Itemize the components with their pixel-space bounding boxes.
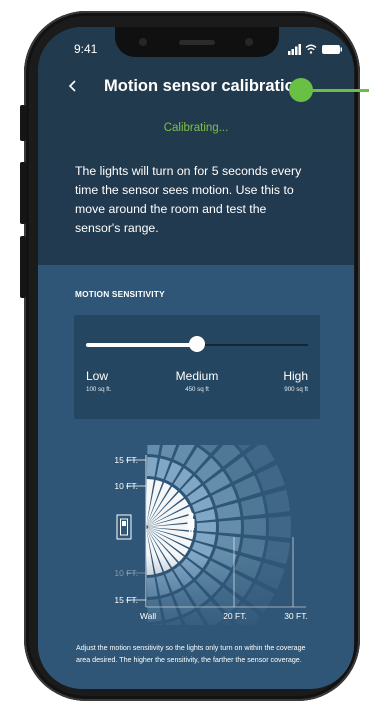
slider-thumb[interactable] xyxy=(189,336,205,352)
x-label-wall: Wall xyxy=(140,611,156,621)
app-screen: 9:41 Motion sensor calibration Calibrati… xyxy=(38,27,354,689)
chevron-left-icon xyxy=(68,80,76,92)
sensor-icon xyxy=(245,38,253,46)
footnote: Adjust the motion sensitivity so the lig… xyxy=(76,644,306,664)
level-area: 450 sq ft xyxy=(185,386,209,393)
x-label-30ft: 30 FT. xyxy=(284,611,308,621)
sensor-switch-icon xyxy=(116,514,132,540)
page-title: Motion sensor calibration xyxy=(104,77,305,95)
battery-icon xyxy=(322,45,342,54)
annotation-marker xyxy=(289,78,313,102)
wifi-icon xyxy=(305,44,317,54)
level-medium: Medium 450 sq ft xyxy=(164,369,230,393)
level-high: High 900 sq ft xyxy=(283,369,308,393)
y-label-10ft-bottom: 10 FT. xyxy=(114,568,138,578)
y-label-10ft-top: 10 FT. xyxy=(114,481,138,491)
speaker-grille xyxy=(179,40,215,45)
back-button[interactable] xyxy=(62,75,84,97)
level-low: Low 100 sq ft. xyxy=(86,369,111,393)
sensitivity-label: MOTION SENSITIVITY xyxy=(75,289,165,299)
volume-down-button xyxy=(20,236,26,298)
volume-up-button xyxy=(20,162,26,224)
coverage-segment xyxy=(147,523,194,531)
y-label-15ft-top: 15 FT. xyxy=(114,455,138,465)
coverage-segment xyxy=(243,518,266,536)
phone-notch xyxy=(115,27,279,57)
coverage-segment xyxy=(216,502,241,519)
sensitivity-slider-card: Low 100 sq ft. Medium 450 sq ft High 900… xyxy=(74,315,320,419)
status-icons xyxy=(288,44,342,55)
coverage-segment xyxy=(240,537,266,558)
signal-icon xyxy=(288,44,301,55)
coverage-segment xyxy=(196,521,216,533)
coverage-segment xyxy=(268,516,291,538)
coverage-segment xyxy=(240,496,266,517)
coverage-segment xyxy=(218,519,242,535)
mute-switch xyxy=(20,105,26,141)
coverage-diagram: 15 FT. 10 FT. 10 FT. 15 FT. Wall 20 FT. … xyxy=(114,445,336,625)
level-name: High xyxy=(283,369,308,383)
status-time: 9:41 xyxy=(74,42,98,56)
level-name: Low xyxy=(86,369,109,383)
slider-fill xyxy=(86,343,197,347)
coverage-segment xyxy=(146,457,158,477)
coverage-segment xyxy=(216,535,241,552)
y-label-15ft-bottom: 15 FT. xyxy=(114,595,138,605)
level-name: Medium xyxy=(175,369,219,383)
calibration-status: Calibrating... xyxy=(163,122,229,134)
camera-icon xyxy=(139,38,147,46)
x-label-20ft: 20 FT. xyxy=(223,611,247,621)
coverage-segment xyxy=(257,464,285,492)
coverage-segment xyxy=(264,489,291,514)
instructions-text: The lights will turn on for 5 seconds ev… xyxy=(75,164,302,235)
level-area: 900 sq ft xyxy=(284,386,308,393)
coverage-segment xyxy=(245,445,275,471)
coverage-segment xyxy=(147,445,160,456)
level-area: 100 sq ft. xyxy=(86,386,112,393)
